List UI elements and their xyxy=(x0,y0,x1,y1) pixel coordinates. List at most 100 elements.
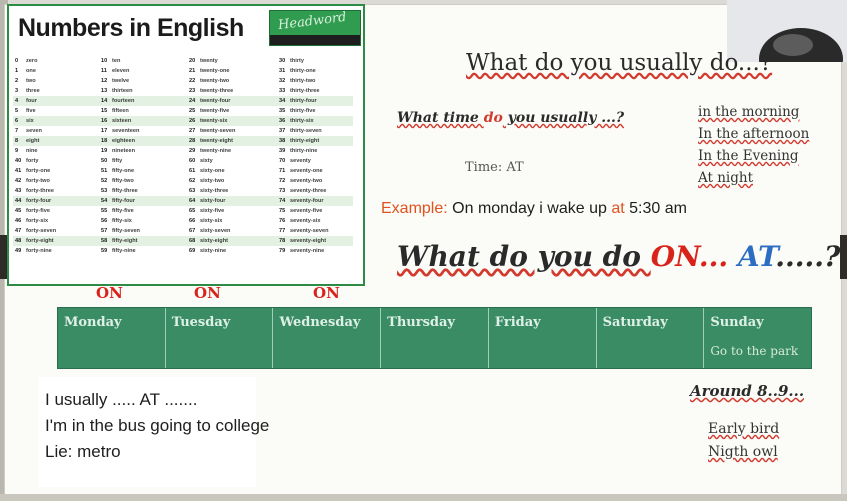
logo-strip xyxy=(270,35,360,45)
number-entry: 36 thirty-six xyxy=(279,116,363,126)
number-word: thirty-five xyxy=(290,108,316,114)
number-digit: 30 xyxy=(279,58,286,64)
number-digit: 73 xyxy=(279,188,286,194)
numbers-chart: Numbers in English Headword 0 zero 1 one 2 tw… xyxy=(7,4,365,286)
number-entry: 33 thirty-three xyxy=(279,86,363,96)
number-word: sixteen xyxy=(112,118,132,124)
number-entry: 23 twenty-three xyxy=(189,86,274,96)
number-digit: 70 xyxy=(279,158,286,164)
number-entry: 47 forty-seven xyxy=(15,226,100,236)
number-word: seventy-two xyxy=(290,178,323,184)
day-cell-tuesday: Tuesday xyxy=(166,308,274,368)
number-digit: 7 xyxy=(15,128,19,134)
number-entry: 45 forty-five xyxy=(15,206,100,216)
number-entry: 17 seventeen xyxy=(101,126,186,136)
number-word: twenty xyxy=(200,58,218,64)
number-entry: 46 forty-six xyxy=(15,216,100,226)
number-word: seventeen xyxy=(112,128,140,134)
number-digit: 9 xyxy=(15,148,19,154)
number-digit: 69 xyxy=(189,248,196,254)
number-digit: 15 xyxy=(101,108,108,114)
number-word: sixty-nine xyxy=(200,248,227,254)
number-entry: 0 zero xyxy=(15,56,100,66)
number-entry: 65 sixty-five xyxy=(189,206,274,216)
number-entry: 57 fifty-seven xyxy=(101,226,186,236)
number-word: sixty-four xyxy=(200,198,226,204)
number-entry: 22 twenty-two xyxy=(189,76,274,86)
around-time: Around 8..9... xyxy=(690,382,805,400)
number-word: twenty-nine xyxy=(200,148,232,154)
number-entry: 15 fifteen xyxy=(101,106,186,116)
number-entry: 64 sixty-four xyxy=(189,196,274,206)
number-digit: 39 xyxy=(279,148,286,154)
number-entry: 9 nine xyxy=(15,146,100,156)
number-digit: 59 xyxy=(101,248,108,254)
publisher-logo: Headword xyxy=(269,10,361,46)
time-of-day-night: At night xyxy=(698,170,754,186)
number-digit: 45 xyxy=(15,208,22,214)
on-mark-monday: ON xyxy=(96,284,123,302)
number-entry: 52 fifty-two xyxy=(101,176,186,186)
number-digit: 67 xyxy=(189,228,196,234)
number-word: fifty-nine xyxy=(112,248,136,254)
number-word: forty-three xyxy=(26,188,54,194)
number-digit: 19 xyxy=(101,148,108,154)
number-digit: 35 xyxy=(279,108,286,114)
night-owl-label: Nigth owl xyxy=(708,444,778,460)
typed-notes[interactable]: I usually ..... AT ....... I'm in the bu… xyxy=(38,377,269,487)
number-digit: 55 xyxy=(101,208,108,214)
number-digit: 38 xyxy=(279,138,286,144)
number-word: thirty-one xyxy=(290,68,316,74)
number-digit: 53 xyxy=(101,188,108,194)
number-word: seventy-four xyxy=(290,198,324,204)
number-word: forty-six xyxy=(26,218,49,224)
number-word: eleven xyxy=(112,68,130,74)
number-word: two xyxy=(26,78,36,84)
number-digit: 42 xyxy=(15,178,22,184)
number-word: five xyxy=(26,108,36,114)
number-digit: 31 xyxy=(279,68,286,74)
number-word: forty-nine xyxy=(26,248,52,254)
number-word: fifty-one xyxy=(112,168,135,174)
number-entry: 35 thirty-five xyxy=(279,106,363,116)
number-digit: 37 xyxy=(279,128,286,134)
number-entry: 50 fifty xyxy=(101,156,186,166)
number-word: forty-two xyxy=(26,178,50,184)
number-word: sixty-five xyxy=(200,208,225,214)
number-word: seventy xyxy=(290,158,311,164)
number-entry: 61 sixty-one xyxy=(189,166,274,176)
number-entry: 11 eleven xyxy=(101,66,186,76)
window-bottom-edge xyxy=(0,494,847,501)
number-entry: 76 seventy-six xyxy=(279,216,363,226)
number-digit: 33 xyxy=(279,88,286,94)
number-entry: 21 twenty-one xyxy=(189,66,274,76)
number-digit: 77 xyxy=(279,228,286,234)
number-digit: 68 xyxy=(189,238,196,244)
number-entry: 70 seventy xyxy=(279,156,363,166)
number-digit: 5 xyxy=(15,108,19,114)
number-word: sixty-three xyxy=(200,188,229,194)
number-digit: 27 xyxy=(189,128,196,134)
number-entry: 1 one xyxy=(15,66,100,76)
number-digit: 24 xyxy=(189,98,196,104)
number-word: sixty-one xyxy=(200,168,225,174)
number-entry: 77 seventy-seven xyxy=(279,226,363,236)
number-word: eighteen xyxy=(112,138,136,144)
number-entry: 75 seventy-five xyxy=(279,206,363,216)
numbers-chart-title: Numbers in English xyxy=(18,14,244,42)
number-digit: 8 xyxy=(15,138,19,144)
number-digit: 50 xyxy=(101,158,108,164)
number-word: forty-four xyxy=(26,198,52,204)
number-entry: 54 fifty-four xyxy=(101,196,186,206)
number-digit: 17 xyxy=(101,128,108,134)
number-word: thirty-three xyxy=(290,88,320,94)
number-digit: 48 xyxy=(15,238,22,244)
number-word: thirty-seven xyxy=(290,128,322,134)
day-cell-saturday: Saturday xyxy=(597,308,705,368)
number-digit: 64 xyxy=(189,198,196,204)
number-entry: 31 thirty-one xyxy=(279,66,363,76)
number-digit: 23 xyxy=(189,88,196,94)
number-entry: 18 eighteen xyxy=(101,136,186,146)
number-word: nineteen xyxy=(112,148,136,154)
number-digit: 22 xyxy=(189,78,196,84)
